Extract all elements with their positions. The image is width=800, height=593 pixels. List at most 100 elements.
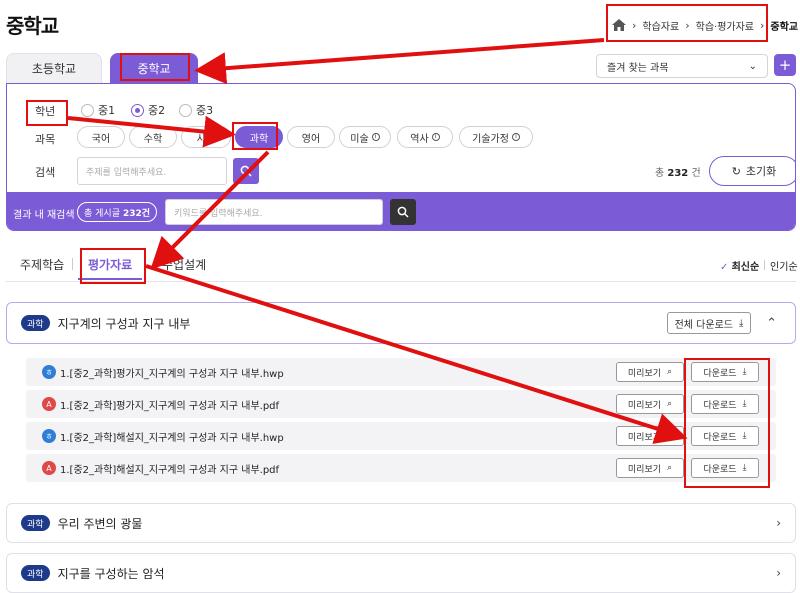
- download-button[interactable]: 다운로드 ⤓: [691, 394, 759, 414]
- search-icon: [397, 206, 409, 218]
- subject-social[interactable]: 사회: [181, 126, 231, 148]
- refine-search-input[interactable]: 키워드를 입력해주세요.: [165, 199, 383, 225]
- subject-label: 과목: [35, 133, 56, 146]
- sort-popular[interactable]: 인기순: [770, 258, 798, 273]
- add-favorite-button[interactable]: +: [774, 54, 796, 76]
- file-name: 1.[중2_과학]해설지_지구계의 구성과 지구 내부.hwp: [60, 432, 284, 444]
- accordion-header[interactable]: 과학 지구를 구성하는 암석 ›: [6, 553, 796, 593]
- download-icon: ⤓: [742, 463, 747, 473]
- download-icon: ⤓: [738, 317, 744, 329]
- breadcrumb: › 학습자료 › 학습·평가자료 › 중학교: [612, 12, 798, 38]
- accordion-title: 우리 주변의 광물: [57, 516, 143, 531]
- search-icon: [240, 165, 252, 177]
- preview-button[interactable]: 미리보기 ⌕: [616, 458, 684, 478]
- search-button[interactable]: [233, 158, 259, 184]
- tab-assessment[interactable]: 평가자료: [88, 256, 132, 273]
- search-icon: ⌕: [667, 367, 673, 377]
- file-name: 1.[중2_과학]평가지_지구계의 구성과 지구 내부.hwp: [60, 368, 284, 380]
- subject-korean[interactable]: 국어: [77, 126, 125, 148]
- accordion-header[interactable]: 과학 우리 주변의 광물 ›: [6, 503, 796, 543]
- preview-button[interactable]: 미리보기 ⌕: [616, 426, 684, 446]
- preview-button[interactable]: 미리보기 ⌕: [616, 394, 684, 414]
- sort-divider: [764, 260, 765, 270]
- tab-middle[interactable]: 중학교: [110, 53, 198, 83]
- download-button[interactable]: 다운로드 ⤓: [691, 362, 759, 382]
- page-title: 중학교: [6, 14, 59, 38]
- grade-option-label: 중3: [196, 104, 214, 117]
- refine-label: 결과 내 재검색: [13, 210, 75, 221]
- chevron-right-icon: ›: [632, 18, 637, 32]
- home-icon[interactable]: [612, 19, 626, 31]
- hwp-file-icon: ㅎ: [42, 429, 56, 443]
- check-icon: ✓: [720, 262, 729, 273]
- subject-art-label: 미술: [350, 133, 369, 145]
- refresh-icon: ↻: [731, 164, 741, 178]
- accordion-title: 지구계의 구성과 지구 내부: [57, 316, 191, 331]
- favorite-select-label: 즐겨 찾는 과목: [607, 62, 669, 74]
- accordion-title: 지구를 구성하는 암석: [57, 566, 165, 581]
- info-icon: i: [511, 133, 520, 141]
- info-icon: i: [371, 133, 380, 141]
- grade-option-label: 중1: [98, 104, 116, 117]
- total-count: 총 232 건: [655, 168, 701, 179]
- subject-science[interactable]: 과학: [235, 126, 283, 148]
- subject-english[interactable]: 영어: [287, 126, 335, 148]
- accordion-header[interactable]: 과학 지구계의 구성과 지구 내부 전체 다운로드 ⤓ ⌃: [6, 302, 796, 344]
- download-icon: ⤓: [742, 431, 747, 441]
- download-all-label: 전체 다운로드: [674, 319, 733, 331]
- breadcrumb-item[interactable]: 학습자료: [642, 18, 679, 33]
- search-input[interactable]: 주제를 입력해주세요.: [77, 157, 227, 185]
- breadcrumb-item[interactable]: 학습·평가자료: [696, 18, 754, 33]
- grade-radio-1[interactable]: 중1: [81, 102, 115, 118]
- chevron-right-icon: ›: [760, 18, 765, 32]
- sort-latest[interactable]: ✓ 최신순: [720, 258, 759, 273]
- grade-label: 학년: [35, 105, 56, 118]
- active-tab-underline: [78, 278, 142, 280]
- favorite-subject-select[interactable]: 즐겨 찾는 과목 ⌄: [596, 54, 768, 78]
- download-icon: ⤓: [742, 367, 747, 377]
- preview-button[interactable]: 미리보기 ⌕: [616, 362, 684, 382]
- hwp-file-icon: ㅎ: [42, 365, 56, 379]
- grade-radio-2[interactable]: 중2: [131, 102, 165, 118]
- refine-search-button[interactable]: [390, 199, 416, 225]
- subject-history[interactable]: 역사 i: [397, 126, 453, 148]
- search-icon: ⌕: [667, 399, 673, 409]
- download-icon: ⤓: [742, 399, 747, 409]
- download-button[interactable]: 다운로드 ⤓: [691, 426, 759, 446]
- chevron-up-icon[interactable]: ⌃: [766, 316, 777, 331]
- breadcrumb-current: 중학교: [770, 21, 799, 33]
- download-all-button[interactable]: 전체 다운로드 ⤓: [667, 312, 751, 334]
- subject-badge: 과학: [21, 515, 50, 531]
- file-name: 1.[중2_과학]해설지_지구계의 구성과 지구 내부.pdf: [60, 464, 280, 476]
- tabs-bottom-border: [6, 281, 796, 282]
- tab-divider: [72, 258, 73, 270]
- reset-button[interactable]: ↻ 초기화: [709, 156, 795, 186]
- search-label: 검색: [35, 166, 56, 179]
- subject-math[interactable]: 수학: [129, 126, 177, 148]
- subject-history-label: 역사: [410, 133, 429, 145]
- search-icon: ⌕: [667, 431, 673, 441]
- chevron-right-icon[interactable]: ›: [776, 566, 781, 580]
- search-icon: ⌕: [667, 463, 673, 473]
- grade-radio-3[interactable]: 중3: [179, 102, 213, 118]
- chevron-right-icon: ›: [685, 18, 690, 32]
- file-name: 1.[중2_과학]평가지_지구계의 구성과 지구 내부.pdf: [60, 400, 280, 412]
- subject-tech-home[interactable]: 기술가정 i: [459, 126, 533, 148]
- refine-count-badge: 총 게시글 232건: [77, 202, 158, 222]
- radio-icon: [81, 103, 94, 117]
- filter-panel: 학년 중1 중2 중3 과목 국어 수학 사회 과학 영어 미술 i 역사 i 기술…: [6, 83, 796, 231]
- pdf-file-icon: A: [42, 397, 56, 411]
- refine-search-bar: 결과 내 재검색 총 게시글 232건 키워드를 입력해주세요.: [7, 192, 795, 230]
- chevron-down-icon: ⌄: [748, 60, 757, 72]
- subject-badge: 과학: [21, 315, 50, 331]
- reset-label: 초기화: [745, 165, 777, 178]
- tab-elementary[interactable]: 초등학교: [6, 53, 102, 83]
- subject-art[interactable]: 미술 i: [339, 126, 391, 148]
- download-button[interactable]: 다운로드 ⤓: [691, 458, 759, 478]
- chevron-right-icon[interactable]: ›: [776, 516, 781, 530]
- tab-topic-learning[interactable]: 주제학습: [20, 256, 64, 273]
- subject-badge: 과학: [21, 565, 50, 581]
- radio-icon: [179, 103, 192, 117]
- tab-lesson-design[interactable]: 수업설계: [162, 256, 206, 273]
- subject-tech-label: 기술가정: [472, 133, 509, 145]
